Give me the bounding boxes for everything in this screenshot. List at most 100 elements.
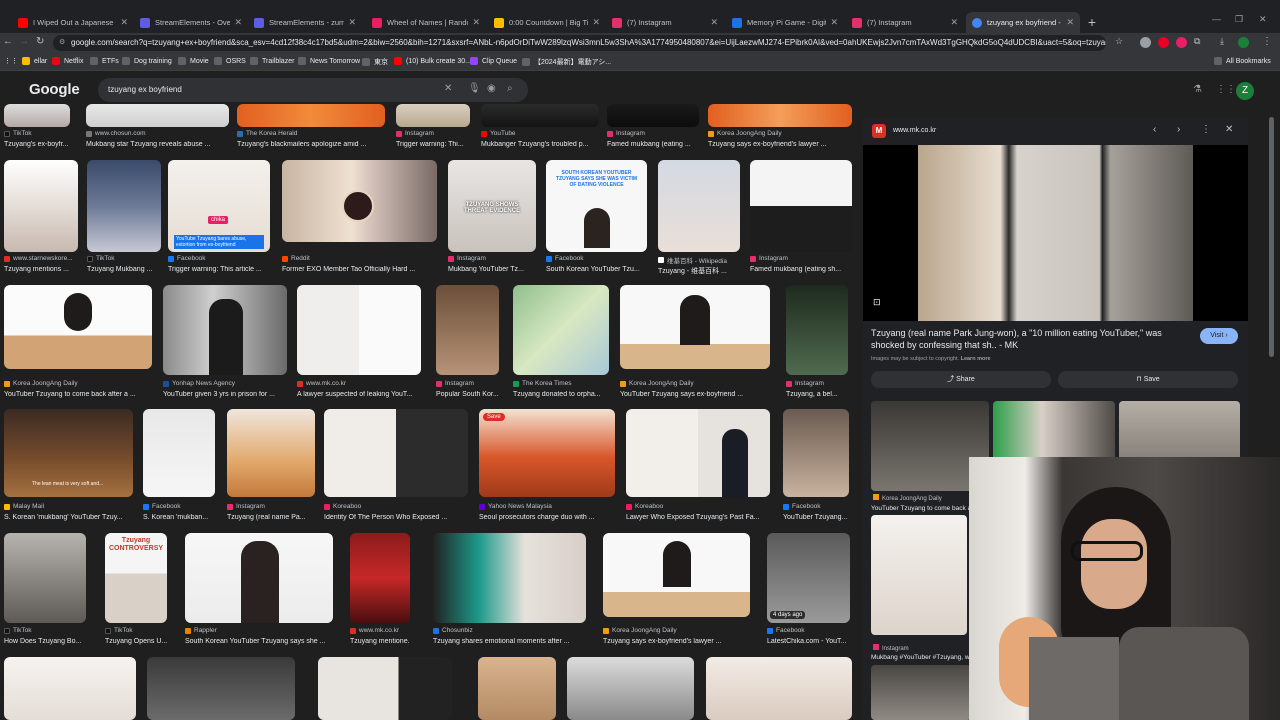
image-result[interactable]: [567, 657, 694, 720]
bookmark-item[interactable]: News Tomorrow: [298, 57, 360, 65]
search-icon[interactable]: ⌕: [507, 83, 513, 94]
folder-icon: [122, 57, 130, 65]
previous-icon[interactable]: ‹: [1153, 124, 1156, 135]
labs-flask-icon[interactable]: ⚗: [1193, 84, 1202, 95]
google-logo[interactable]: Google: [29, 81, 80, 98]
image-result[interactable]: [4, 657, 136, 720]
tab-active[interactable]: tzuyang ex boyfriend - Google✕: [966, 12, 1080, 33]
bookmark-item[interactable]: Clip Queue: [470, 57, 517, 65]
close-tab-icon[interactable]: ✕: [1066, 17, 1074, 28]
extension-icon[interactable]: [1176, 37, 1187, 48]
bookmark-item[interactable]: 東京: [362, 57, 388, 67]
image-result[interactable]: [147, 657, 295, 720]
close-tab-icon[interactable]: ✕: [950, 17, 958, 28]
all-bookmarks[interactable]: All Bookmarks: [1214, 57, 1271, 65]
close-window-icon[interactable]: ✕: [1259, 14, 1267, 25]
profile-avatar-icon[interactable]: [1238, 37, 1249, 48]
back-icon[interactable]: ←: [3, 36, 13, 47]
close-tab-icon[interactable]: ✕: [592, 17, 600, 28]
tab[interactable]: StreamElements - Overlays✕: [134, 12, 248, 33]
close-tab-icon[interactable]: ✕: [472, 17, 480, 28]
save-badge[interactable]: Save: [483, 413, 505, 421]
lens-icon[interactable]: ◉: [487, 83, 496, 94]
tab[interactable]: StreamElements - zumi ✕: [248, 12, 362, 33]
new-tab-icon[interactable]: +: [1084, 14, 1100, 30]
mk-logo-icon: M: [872, 124, 886, 138]
bookmark-item[interactable]: Dog training: [122, 57, 172, 65]
thumbnail: [626, 409, 770, 497]
image-result[interactable]: [706, 657, 852, 720]
age-badge: 4 days ago: [770, 611, 806, 619]
youtube-icon: [394, 57, 402, 65]
close-panel-icon[interactable]: ✕: [1225, 124, 1233, 135]
result-caption: Former EXO Member Tao Officially Hard ..…: [282, 266, 416, 273]
preview-title[interactable]: Tzuyang (real name Park Jung-won), a "10…: [871, 327, 1186, 351]
preview-image[interactable]: ⊡: [863, 145, 1248, 321]
related-image[interactable]: [871, 665, 971, 720]
image-row: [0, 657, 860, 720]
bookmark-item[interactable]: (10) Bulk create 30...: [394, 57, 471, 65]
bookmark-item[interactable]: Trailblazer: [250, 57, 294, 65]
tab[interactable]: (7) Instagram ✕: [606, 12, 724, 33]
instagram-icon: [396, 130, 402, 137]
result-caption: Tzuyang's ex-boyfr...: [4, 141, 69, 148]
result-caption: Tzuyang (real name Pa...: [227, 514, 306, 521]
share-button[interactable]: ⤴ Share: [871, 371, 1051, 388]
thumbnail: SOUTH KOREAN YOUTUBER TZUYANG SAYS SHE W…: [546, 160, 647, 252]
image-result[interactable]: [478, 657, 556, 720]
next-icon[interactable]: ›: [1177, 124, 1180, 135]
thumbnail: [147, 657, 295, 720]
twitch-icon: [470, 57, 478, 65]
panel-scrollbar[interactable]: [1269, 117, 1274, 357]
bookmark-item[interactable]: Netflix: [52, 57, 83, 65]
close-tab-icon[interactable]: ✕: [234, 17, 242, 28]
korea-times-icon: [513, 380, 519, 387]
save-button[interactable]: ⊓ Save: [1058, 371, 1238, 388]
tab[interactable]: (7) Instagram ✕: [846, 12, 964, 33]
pinterest-extension-icon[interactable]: [1158, 37, 1169, 48]
extension-icon[interactable]: [1140, 37, 1151, 48]
bookmark-item[interactable]: Movie: [178, 57, 209, 65]
url-field[interactable]: ⚙ google.com/search?q=tzuyang+ex+boyfrie…: [53, 35, 1106, 51]
tab[interactable]: I Wiped Out a Japanese Conve✕: [12, 12, 134, 33]
preview-domain[interactable]: www.mk.co.kr: [893, 127, 936, 134]
yahoo-icon: [479, 503, 485, 510]
bookmark-item[interactable]: ETFs: [90, 57, 119, 65]
thumbnail: [479, 409, 615, 497]
close-tab-icon[interactable]: ✕: [710, 17, 718, 28]
microphone-icon[interactable]: 🎙: [468, 83, 481, 94]
result-caption: YouTuber Tzuyang...: [783, 514, 848, 521]
bookmark-item[interactable]: 【2024最新】電動アシ...: [522, 57, 611, 67]
tiktok-icon: [87, 255, 93, 262]
apps-icon[interactable]: ⋮⋮: [4, 57, 18, 65]
bookmark-item[interactable]: ellar: [22, 57, 47, 65]
restore-icon[interactable]: ❐: [1235, 14, 1243, 25]
download-icon[interactable]: ⤓: [1220, 36, 1224, 47]
image-result[interactable]: [318, 657, 452, 720]
account-avatar[interactable]: Z: [1236, 82, 1254, 100]
close-tab-icon[interactable]: ✕: [120, 17, 128, 28]
lens-search-icon[interactable]: ⊡: [873, 297, 881, 308]
person-silhouette: [680, 295, 710, 345]
learn-more-link[interactable]: Learn more: [961, 356, 991, 362]
thumbnail: [350, 533, 410, 623]
close-tab-icon[interactable]: ✕: [348, 17, 356, 28]
reload-icon[interactable]: ↻: [36, 36, 44, 47]
related-image[interactable]: [871, 515, 967, 635]
folder-icon: [298, 57, 306, 65]
minimize-icon[interactable]: —: [1212, 14, 1221, 24]
forward-icon[interactable]: →: [19, 36, 29, 47]
bookmark-star-icon[interactable]: ☆: [1115, 36, 1123, 47]
tab[interactable]: Wheel of Names | Random na✕: [366, 12, 486, 33]
site-info-icon[interactable]: ⚙: [59, 38, 65, 46]
extensions-puzzle-icon[interactable]: ⧉: [1194, 36, 1200, 47]
more-options-icon[interactable]: ⋮: [1201, 124, 1211, 135]
tab[interactable]: 0:00 Countdown | Big Timer -✕: [488, 12, 606, 33]
visit-button[interactable]: Visit ›: [1200, 328, 1238, 344]
menu-icon[interactable]: ⋮: [1262, 36, 1272, 47]
clear-icon[interactable]: ✕: [444, 83, 452, 94]
bookmark-item[interactable]: OSRS: [214, 57, 246, 65]
tab[interactable]: Memory Pi Game - Digits of pi✕: [726, 12, 844, 33]
search-input[interactable]: tzuyang ex boyfriend ✕ 🎙 ◉ ⌕: [98, 78, 528, 102]
close-tab-icon[interactable]: ✕: [830, 17, 838, 28]
